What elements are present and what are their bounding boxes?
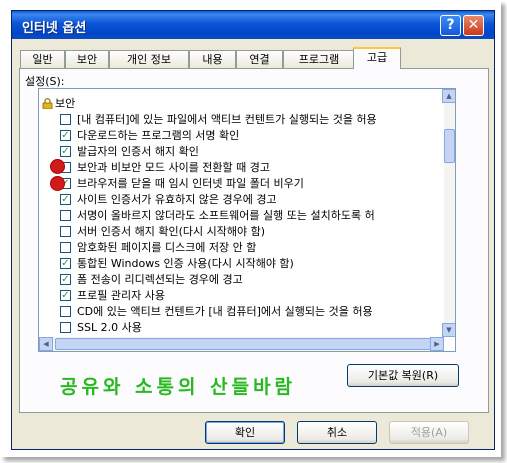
cancel-button[interactable]: 취소 bbox=[297, 421, 377, 444]
lock-icon bbox=[42, 98, 53, 109]
checkbox[interactable] bbox=[60, 306, 71, 317]
checkbox[interactable] bbox=[60, 242, 71, 253]
horizontal-scroll-thumb[interactable] bbox=[55, 338, 433, 350]
list-item[interactable]: ✓ 발급자의 인증서 해지 확인 bbox=[39, 144, 444, 160]
scroll-right-icon[interactable]: ▶ bbox=[430, 337, 444, 351]
group-header: 보안 bbox=[39, 96, 444, 112]
scroll-left-icon[interactable]: ◀ bbox=[39, 337, 53, 351]
list-item[interactable]: ✓ 브라우저를 닫을 때 임시 인터넷 파일 폴더 비우기 bbox=[39, 176, 444, 192]
tab-programs[interactable]: 프로그램 bbox=[283, 50, 355, 68]
list-item[interactable]: [내 컴퓨터]에 있는 파일에서 액티브 컨텐트가 실행되는 것을 허용 bbox=[39, 112, 444, 128]
red-marker-icon bbox=[51, 160, 64, 173]
checkbox-checked[interactable]: ✓ bbox=[60, 274, 71, 285]
close-button[interactable]: ✕ bbox=[463, 15, 484, 36]
checkbox-checked[interactable]: ✓ bbox=[60, 130, 71, 141]
scroll-up-icon[interactable]: ▲ bbox=[442, 89, 455, 103]
horizontal-scrollbar[interactable]: ◀ ▶ bbox=[39, 337, 444, 351]
checkbox[interactable] bbox=[60, 210, 71, 221]
tab-content[interactable]: 내용 bbox=[189, 50, 236, 68]
list-item[interactable]: ✓ 통합된 Windows 인증 사용(다시 시작해야 함) bbox=[39, 256, 444, 272]
red-marker-icon bbox=[51, 177, 64, 190]
apply-button[interactable]: 적용(A) bbox=[389, 421, 469, 444]
list-item[interactable]: ✓ 사이트 인증서가 유효하지 않은 경우에 경고 bbox=[39, 192, 444, 208]
tab-security[interactable]: 보안 bbox=[65, 50, 109, 68]
ok-button[interactable]: 확인 bbox=[205, 421, 285, 444]
checkbox-checked[interactable]: ✓ bbox=[60, 146, 71, 157]
list-item[interactable]: 암호화된 페이지를 디스크에 저장 안 함 bbox=[39, 240, 444, 256]
title-bar[interactable]: 인터넷 옵션 ? ✕ bbox=[12, 11, 494, 39]
settings-label: 설정(S): bbox=[25, 75, 65, 88]
checkbox-checked[interactable]: ✓ bbox=[60, 194, 71, 205]
vertical-scrollbar[interactable]: ▲ ▼ bbox=[442, 89, 455, 337]
list-item[interactable]: ✓ 다운로드하는 프로그램의 서명 확인 bbox=[39, 128, 444, 144]
checkbox[interactable] bbox=[60, 114, 71, 125]
list-item[interactable]: SSL 2.0 사용 bbox=[39, 320, 444, 336]
list-item[interactable]: CD에 있는 액티브 컨텐트가 [내 컴퓨터]에서 실행되는 것을 허용 bbox=[39, 304, 444, 320]
group-label: 보안 bbox=[55, 97, 76, 110]
list-item[interactable]: 서버 인증서 해지 확인(다시 시작해야 함) bbox=[39, 224, 444, 240]
checkbox[interactable] bbox=[60, 322, 71, 333]
checkbox-checked[interactable]: ✓ bbox=[60, 258, 71, 269]
settings-list[interactable]: 보안 [내 컴퓨터]에 있는 파일에서 액티브 컨텐트가 실행되는 것을 허용 … bbox=[38, 88, 456, 352]
scroll-down-icon[interactable]: ▼ bbox=[442, 323, 455, 337]
tab-privacy[interactable]: 개인 정보 bbox=[109, 50, 189, 68]
list-item[interactable]: ✓ 프로필 관리자 사용 bbox=[39, 288, 444, 304]
list-item[interactable]: 보안과 비보안 모드 사이를 전환할 때 경고 bbox=[39, 160, 444, 176]
list-item[interactable]: 서명이 올바르지 않더라도 소프트웨어를 실행 또는 설치하도록 허 bbox=[39, 208, 444, 224]
checkbox-checked[interactable]: ✓ bbox=[60, 290, 71, 301]
tab-general[interactable]: 일반 bbox=[20, 50, 65, 68]
watermark-caption: 공유와 소통의 산들바람 bbox=[60, 376, 297, 398]
tab-connections[interactable]: 연결 bbox=[236, 50, 283, 68]
help-button[interactable]: ? bbox=[440, 15, 461, 36]
vertical-scroll-thumb[interactable] bbox=[444, 129, 455, 163]
checkbox[interactable] bbox=[60, 226, 71, 237]
restore-defaults-button[interactable]: 기본값 복원(R) bbox=[347, 364, 459, 387]
list-item[interactable]: ✓ 폼 전송이 리디렉션되는 경우에 경고 bbox=[39, 272, 444, 288]
tab-strip: 일반 보안 개인 정보 내용 연결 프로그램 고급 bbox=[19, 47, 489, 69]
window-title: 인터넷 옵션 bbox=[22, 21, 87, 36]
tab-advanced[interactable]: 고급 bbox=[353, 47, 401, 69]
